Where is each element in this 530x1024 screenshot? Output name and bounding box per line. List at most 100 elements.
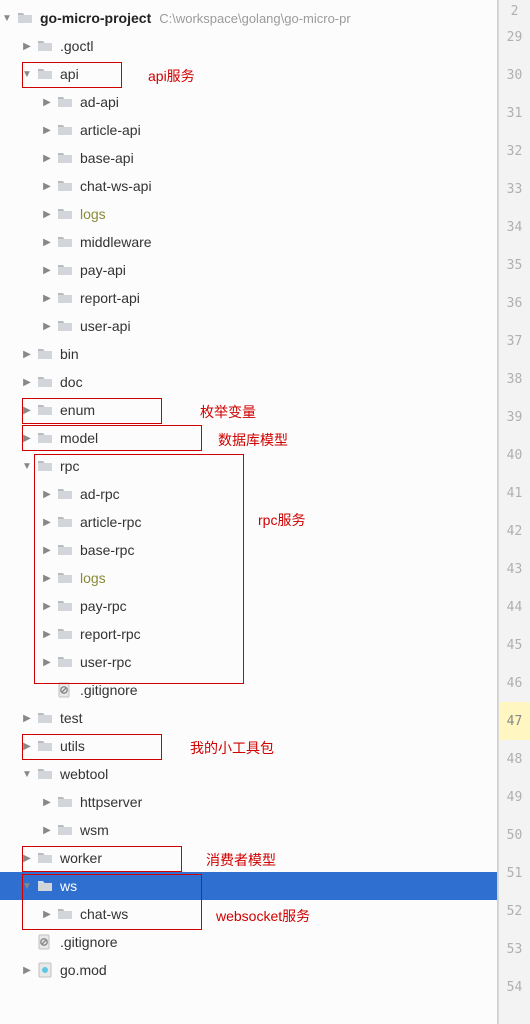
- tree-row-report-rpc[interactable]: ▶report-rpc: [0, 620, 497, 648]
- chevron-right-icon[interactable]: ▶: [40, 235, 54, 249]
- tree-row-middleware[interactable]: ▶middleware: [0, 228, 497, 256]
- chevron-right-icon[interactable]: ▶: [20, 403, 34, 417]
- tree-row-webtool[interactable]: ▼webtool: [0, 760, 497, 788]
- chevron-right-icon[interactable]: ▶: [40, 319, 54, 333]
- tree-row-wsm[interactable]: ▶wsm: [0, 816, 497, 844]
- tree-row-base-rpc[interactable]: ▶base-rpc: [0, 536, 497, 564]
- folder-icon: [36, 765, 54, 783]
- line-number: 52: [499, 892, 530, 930]
- tree-row-rpc[interactable]: ▼rpc: [0, 452, 497, 480]
- chevron-right-icon[interactable]: ▶: [40, 627, 54, 641]
- chevron-right-icon[interactable]: ▶: [20, 711, 34, 725]
- tree-label: ws: [60, 878, 77, 894]
- chevron-down-icon[interactable]: ▼: [20, 879, 34, 893]
- tree-row-logs[interactable]: ▶logs: [0, 564, 497, 592]
- tree-row-go-mod[interactable]: ▶go.mod: [0, 956, 497, 984]
- tree-row-user-api[interactable]: ▶user-api: [0, 312, 497, 340]
- line-number: 29: [499, 18, 530, 56]
- tree-row-base-api[interactable]: ▶base-api: [0, 144, 497, 172]
- tree-row-model[interactable]: ▶model: [0, 424, 497, 452]
- project-path: C:\workspace\golang\go-micro-pr: [159, 11, 350, 26]
- tree-row-ad-rpc[interactable]: ▶ ad-rpc: [0, 480, 497, 508]
- line-number: 38: [499, 360, 530, 398]
- line-number: 46: [499, 664, 530, 702]
- tree-label: test: [60, 710, 83, 726]
- tree-row-utils[interactable]: ▶utils: [0, 732, 497, 760]
- project-tree-panel: ▼go-micro-projectC:\workspace\golang\go-…: [0, 0, 498, 1024]
- folder-icon: [56, 793, 74, 811]
- chevron-down-icon[interactable]: ▼: [20, 459, 34, 473]
- chevron-right-icon[interactable]: ▶: [20, 963, 34, 977]
- tree-row-article-rpc[interactable]: ▶article-rpc: [0, 508, 497, 536]
- folder-icon: [36, 345, 54, 363]
- folder-icon: [56, 513, 74, 531]
- chevron-right-icon[interactable]: ▶: [20, 39, 34, 53]
- chevron-right-icon[interactable]: ▶: [40, 291, 54, 305]
- folder-icon: [56, 149, 74, 167]
- tree-row-user-rpc[interactable]: ▶user-rpc: [0, 648, 497, 676]
- tree-row--gitignore[interactable]: .gitignore: [0, 928, 497, 956]
- tree-row-test[interactable]: ▶ test: [0, 704, 497, 732]
- chevron-right-icon[interactable]: ▶: [40, 515, 54, 529]
- chevron-right-icon[interactable]: ▶: [40, 207, 54, 221]
- chevron-right-icon[interactable]: ▶: [40, 571, 54, 585]
- tree-label: chat-ws: [80, 906, 128, 922]
- tree-label: .gitignore: [60, 934, 118, 950]
- chevron-right-icon[interactable]: ▶: [20, 375, 34, 389]
- tree-row-worker[interactable]: ▶ worker: [0, 844, 497, 872]
- chevron-right-icon[interactable]: ▶: [40, 95, 54, 109]
- chevron-down-icon[interactable]: ▼: [0, 11, 14, 25]
- chevron-right-icon[interactable]: ▶: [40, 795, 54, 809]
- tree-row-pay-api[interactable]: ▶ pay-api: [0, 256, 497, 284]
- chevron-right-icon[interactable]: ▶: [20, 739, 34, 753]
- line-number: 44: [499, 588, 530, 626]
- chevron-right-icon[interactable]: ▶: [40, 123, 54, 137]
- line-number: 32: [499, 132, 530, 170]
- tree-label: .gitignore: [80, 682, 138, 698]
- tree-row-report-api[interactable]: ▶ report-api: [0, 284, 497, 312]
- tree-row-pay-rpc[interactable]: ▶pay-rpc: [0, 592, 497, 620]
- tree-label: report-api: [80, 290, 140, 306]
- tree-row-ad-api[interactable]: ▶ad-api: [0, 88, 497, 116]
- tree-row--goctl[interactable]: ▶.goctl: [0, 32, 497, 60]
- tree-row-chat-ws[interactable]: ▶ chat-ws: [0, 900, 497, 928]
- tree-row-go-micro-project[interactable]: ▼go-micro-projectC:\workspace\golang\go-…: [0, 4, 497, 32]
- chevron-right-icon[interactable]: ▶: [40, 823, 54, 837]
- chevron-right-icon[interactable]: ▶: [40, 655, 54, 669]
- tree-row-ws[interactable]: ▼ ws: [0, 872, 497, 900]
- chevron-right-icon[interactable]: ▶: [40, 487, 54, 501]
- line-number: 50: [499, 816, 530, 854]
- chevron-right-icon[interactable]: ▶: [20, 431, 34, 445]
- chevron-right-icon[interactable]: ▶: [40, 543, 54, 557]
- tree-label: ad-rpc: [80, 486, 120, 502]
- folder-icon: [16, 9, 34, 27]
- tree-row-bin[interactable]: ▶bin: [0, 340, 497, 368]
- tree-row-doc[interactable]: ▶doc: [0, 368, 497, 396]
- tree-label: logs: [80, 206, 106, 222]
- chevron-right-icon[interactable]: ▶: [40, 263, 54, 277]
- tree-row--gitignore[interactable]: .gitignore: [0, 676, 497, 704]
- tree-label: pay-api: [80, 262, 126, 278]
- tree-row-httpserver[interactable]: ▶httpserver: [0, 788, 497, 816]
- tree-row-logs[interactable]: ▶ logs: [0, 200, 497, 228]
- line-number: 34: [499, 208, 530, 246]
- tree-row-api[interactable]: ▼api: [0, 60, 497, 88]
- tree-row-enum[interactable]: ▶ enum: [0, 396, 497, 424]
- tree-label: worker: [60, 850, 102, 866]
- line-number: 39: [499, 398, 530, 436]
- chevron-right-icon[interactable]: ▶: [20, 851, 34, 865]
- folder-icon: [56, 541, 74, 559]
- folder-icon: [36, 849, 54, 867]
- chevron-right-icon[interactable]: ▶: [40, 179, 54, 193]
- tree-row-chat-ws-api[interactable]: ▶chat-ws-api: [0, 172, 497, 200]
- chevron-down-icon[interactable]: ▼: [20, 67, 34, 81]
- chevron-right-icon[interactable]: ▶: [20, 347, 34, 361]
- gitignore-file-icon: [56, 681, 74, 699]
- chevron-right-icon[interactable]: ▶: [40, 151, 54, 165]
- chevron-down-icon[interactable]: ▼: [20, 767, 34, 781]
- tree-row-article-api[interactable]: ▶article-api: [0, 116, 497, 144]
- chevron-right-icon[interactable]: ▶: [40, 907, 54, 921]
- line-number: 31: [499, 94, 530, 132]
- tree-label: enum: [60, 402, 95, 418]
- chevron-right-icon[interactable]: ▶: [40, 599, 54, 613]
